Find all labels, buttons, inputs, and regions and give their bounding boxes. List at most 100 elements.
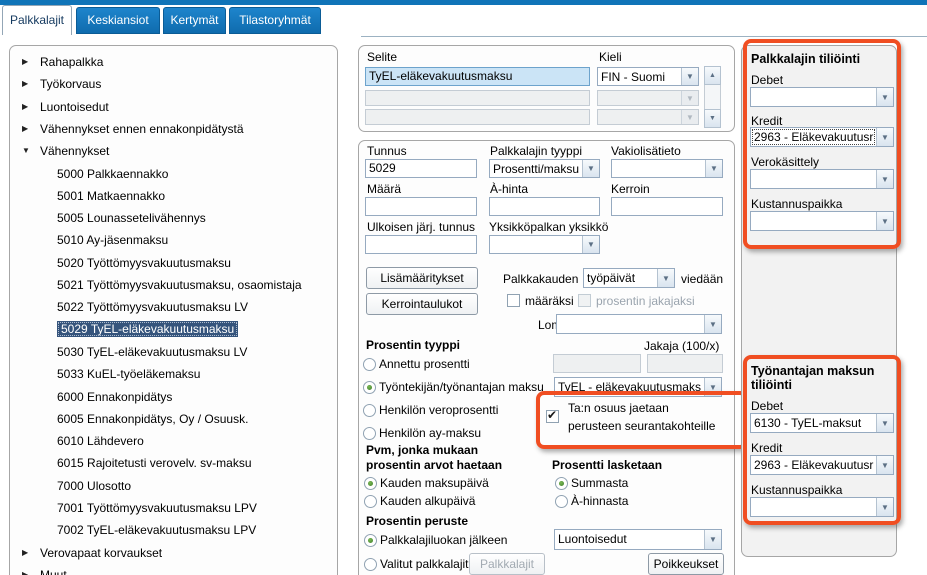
tree-item[interactable]: 7001 Työttömyysvakuutusmaksu LPV bbox=[11, 500, 331, 520]
tree-item-label: 5022 Työttömyysvakuutusmaksu LV bbox=[57, 300, 248, 315]
tree-item[interactable]: ▶ Rahapalkka bbox=[11, 54, 331, 74]
maksu-select[interactable]: TyEL - eläkevakuutusmaks ▼ bbox=[554, 377, 722, 397]
tree-item[interactable]: ▶ Verovapaat korvaukset bbox=[11, 545, 331, 565]
selite-input-row2 bbox=[365, 90, 590, 106]
tree-item[interactable]: 5010 Ay-jäsenmaksu bbox=[11, 232, 331, 252]
henkilon-veroprosentti-radio[interactable] bbox=[363, 404, 376, 417]
selite-input[interactable]: TyEL-eläkevakuutusmaksu bbox=[365, 67, 590, 86]
tiliointi-kredit-select[interactable]: 2963 - Eläkevakuutusr ▼ bbox=[750, 127, 894, 147]
tree-item-label: 7002 TyEL-eläkevakuutusmaksu LPV bbox=[57, 523, 257, 538]
ahinta-input[interactable] bbox=[489, 197, 600, 216]
tree-item[interactable]: 5029 TyEL-eläkevakuutusmaksu bbox=[11, 320, 331, 342]
luokka-select[interactable]: Luontoisedut ▼ bbox=[554, 529, 722, 550]
tree-item[interactable]: 6005 Ennakonpidätys, Oy / Osuusk. bbox=[11, 411, 331, 431]
ta-debet-select[interactable]: 6130 - TyEL-maksut ▼ bbox=[750, 413, 894, 433]
poikkeukset-button[interactable]: Poikkeukset bbox=[648, 553, 724, 575]
tree-item[interactable]: ▶ Vähennykset ennen ennakonpidätystä bbox=[11, 121, 331, 141]
henkilon-veroprosentti-label: Henkilön veroprosentti bbox=[379, 403, 499, 417]
tree-collapsed-icon[interactable]: ▶ bbox=[22, 548, 28, 557]
tree-item[interactable]: 5005 Lounassetelivähennys bbox=[11, 210, 331, 230]
prosentin-peruste-header: Prosentin peruste bbox=[366, 514, 469, 528]
scroll-up-icon[interactable]: ▲ bbox=[704, 66, 721, 85]
tree-item[interactable]: ▶ Luontoisedut bbox=[11, 99, 331, 119]
tree-item-label: 5005 Lounassetelivähennys bbox=[57, 211, 206, 226]
verokasittely-select[interactable]: ▼ bbox=[750, 169, 894, 189]
a-hinnasta-radio[interactable] bbox=[555, 495, 568, 508]
tree-item-label: 6015 Rajoitetusti verovelv. sv-maksu bbox=[57, 456, 252, 471]
tree-item[interactable]: 5000 Palkkaennakko bbox=[11, 166, 331, 186]
kauden-maksupaiva-radio[interactable] bbox=[364, 477, 377, 490]
valitut-palkkalajit-radio[interactable] bbox=[364, 558, 377, 571]
tree-item-label: 5021 Työttömyysvakuutusmaksu, osaomistaj… bbox=[57, 278, 302, 292]
palkkalajiluokan-radio[interactable] bbox=[364, 534, 377, 547]
loma-select[interactable]: ▼ bbox=[556, 314, 722, 334]
ta-osuus-checkbox[interactable]: ✔ bbox=[546, 408, 559, 423]
chevron-down-icon: ▼ bbox=[876, 414, 893, 432]
tree-item[interactable]: 5022 Työttömyysvakuutusmaksu LV bbox=[11, 299, 331, 319]
tree-item[interactable]: 5033 KuEL-työeläkemaksu bbox=[11, 366, 331, 386]
kauden-alkupaiva-radio[interactable] bbox=[364, 495, 377, 508]
tab-palkkalajit[interactable]: Palkkalajit bbox=[2, 5, 72, 35]
chevron-down-icon: ▼ bbox=[876, 170, 893, 188]
tree-item[interactable]: 7000 Ulosotto bbox=[11, 478, 331, 498]
chevron-down-icon: ▼ bbox=[704, 378, 721, 396]
tyyppi-label: Palkkalajin tyyppi bbox=[490, 144, 583, 158]
tree-expanded-icon[interactable]: ▼ bbox=[22, 146, 30, 155]
tunnus-input[interactable]: 5029 bbox=[365, 159, 477, 178]
kerroin-input[interactable] bbox=[611, 197, 723, 216]
maara-label: Määrä bbox=[367, 182, 402, 196]
pvm-header-line2: prosentin arvot haetaan bbox=[366, 458, 503, 472]
tree-item[interactable]: 5030 TyEL-eläkevakuutusmaksu LV bbox=[11, 344, 331, 364]
tree-collapsed-icon[interactable]: ▶ bbox=[22, 57, 28, 66]
tiliointi-kredit-label: Kredit bbox=[751, 114, 783, 128]
kauden-alkupaiva-label: Kauden alkupäivä bbox=[380, 494, 476, 508]
kieli-select[interactable]: FIN - Suomi ▼ bbox=[597, 67, 699, 86]
tree-item[interactable]: 5021 Työttömyysvakuutusmaksu, osaomistaj… bbox=[11, 277, 331, 297]
tiliointi-debet-select[interactable]: ▼ bbox=[750, 87, 894, 107]
palkkalajit-button: Palkkalajit bbox=[469, 553, 545, 575]
tree-item[interactable]: 6000 Ennakonpidätys bbox=[11, 389, 331, 409]
tab-keskiansiot[interactable]: Keskiansiot bbox=[76, 7, 160, 34]
yksikko-select[interactable]: ▼ bbox=[489, 235, 600, 254]
ulkoinen-input[interactable] bbox=[365, 235, 477, 254]
tree-item[interactable]: ▶ Työkorvaus bbox=[11, 76, 331, 96]
summasta-radio[interactable] bbox=[555, 477, 568, 490]
palkkakauden-select[interactable]: työpäivät ▼ bbox=[583, 268, 675, 288]
kieli-select-row2: ▼ bbox=[597, 90, 699, 106]
tree-collapsed-icon[interactable]: ▶ bbox=[22, 570, 28, 575]
henkilon-ay-maksu-radio[interactable] bbox=[363, 427, 376, 440]
tree-item[interactable]: 5001 Matkaennakko bbox=[11, 188, 331, 208]
tyontekijan-maksu-radio[interactable] bbox=[363, 381, 376, 394]
tree-item[interactable]: 6015 Rajoitetusti verovelv. sv-maksu bbox=[11, 455, 331, 475]
ta-kustannuspaikka-select[interactable]: ▼ bbox=[750, 497, 894, 517]
ahinta-label: À-hinta bbox=[490, 182, 529, 196]
tree-item[interactable]: 5020 Työttömyysvakuutusmaksu bbox=[11, 255, 331, 275]
annettu-prosentti-radio[interactable] bbox=[363, 358, 376, 371]
scroll-down-icon[interactable]: ▼ bbox=[704, 109, 721, 128]
lisamaaritykset-button[interactable]: Lisämääritykset bbox=[366, 267, 478, 289]
tab-kertymat[interactable]: Kertymät bbox=[163, 7, 226, 34]
tiliointi-kustannuspaikka-select[interactable]: ▼ bbox=[750, 211, 894, 231]
tree-collapsed-icon[interactable]: ▶ bbox=[22, 102, 28, 111]
tab-tilastoryhmat[interactable]: Tilastoryhmät bbox=[229, 7, 321, 34]
tree-item[interactable]: 7002 TyEL-eläkevakuutusmaksu LPV bbox=[11, 522, 331, 542]
tree-item[interactable]: ▶ Muut bbox=[11, 567, 331, 575]
tree-item[interactable]: ▼ Vähennykset bbox=[11, 143, 331, 163]
vakiolisatieto-select[interactable]: ▼ bbox=[611, 159, 723, 178]
tyyppi-select[interactable]: Prosentti/maksu ▼ bbox=[489, 159, 600, 178]
chevron-down-icon: ▼ bbox=[681, 91, 698, 105]
tree-collapsed-icon[interactable]: ▶ bbox=[22, 79, 28, 88]
tree-item[interactable]: 6010 Lähdevero bbox=[11, 433, 331, 453]
ta-kustannuspaikka-label: Kustannuspaikka bbox=[751, 483, 843, 497]
ta-kredit-select[interactable]: 2963 - Eläkevakuutusr ▼ bbox=[750, 455, 894, 475]
maara-input[interactable] bbox=[365, 197, 477, 216]
tree-collapsed-icon[interactable]: ▶ bbox=[22, 124, 28, 133]
verokasittely-label: Verokäsittely bbox=[751, 155, 820, 169]
kerrointaulukot-button[interactable]: Kerrointaulukot bbox=[366, 293, 478, 315]
ta-kredit-label: Kredit bbox=[751, 441, 783, 455]
tree-item-label: 7000 Ulosotto bbox=[57, 478, 132, 493]
maaraksi-checkbox[interactable] bbox=[507, 294, 520, 307]
prosentin-jakajaksi-checkbox bbox=[578, 294, 591, 307]
top-accent-bar bbox=[0, 0, 927, 5]
yksikko-label: Yksikköpalkan yksikkö bbox=[489, 220, 609, 234]
